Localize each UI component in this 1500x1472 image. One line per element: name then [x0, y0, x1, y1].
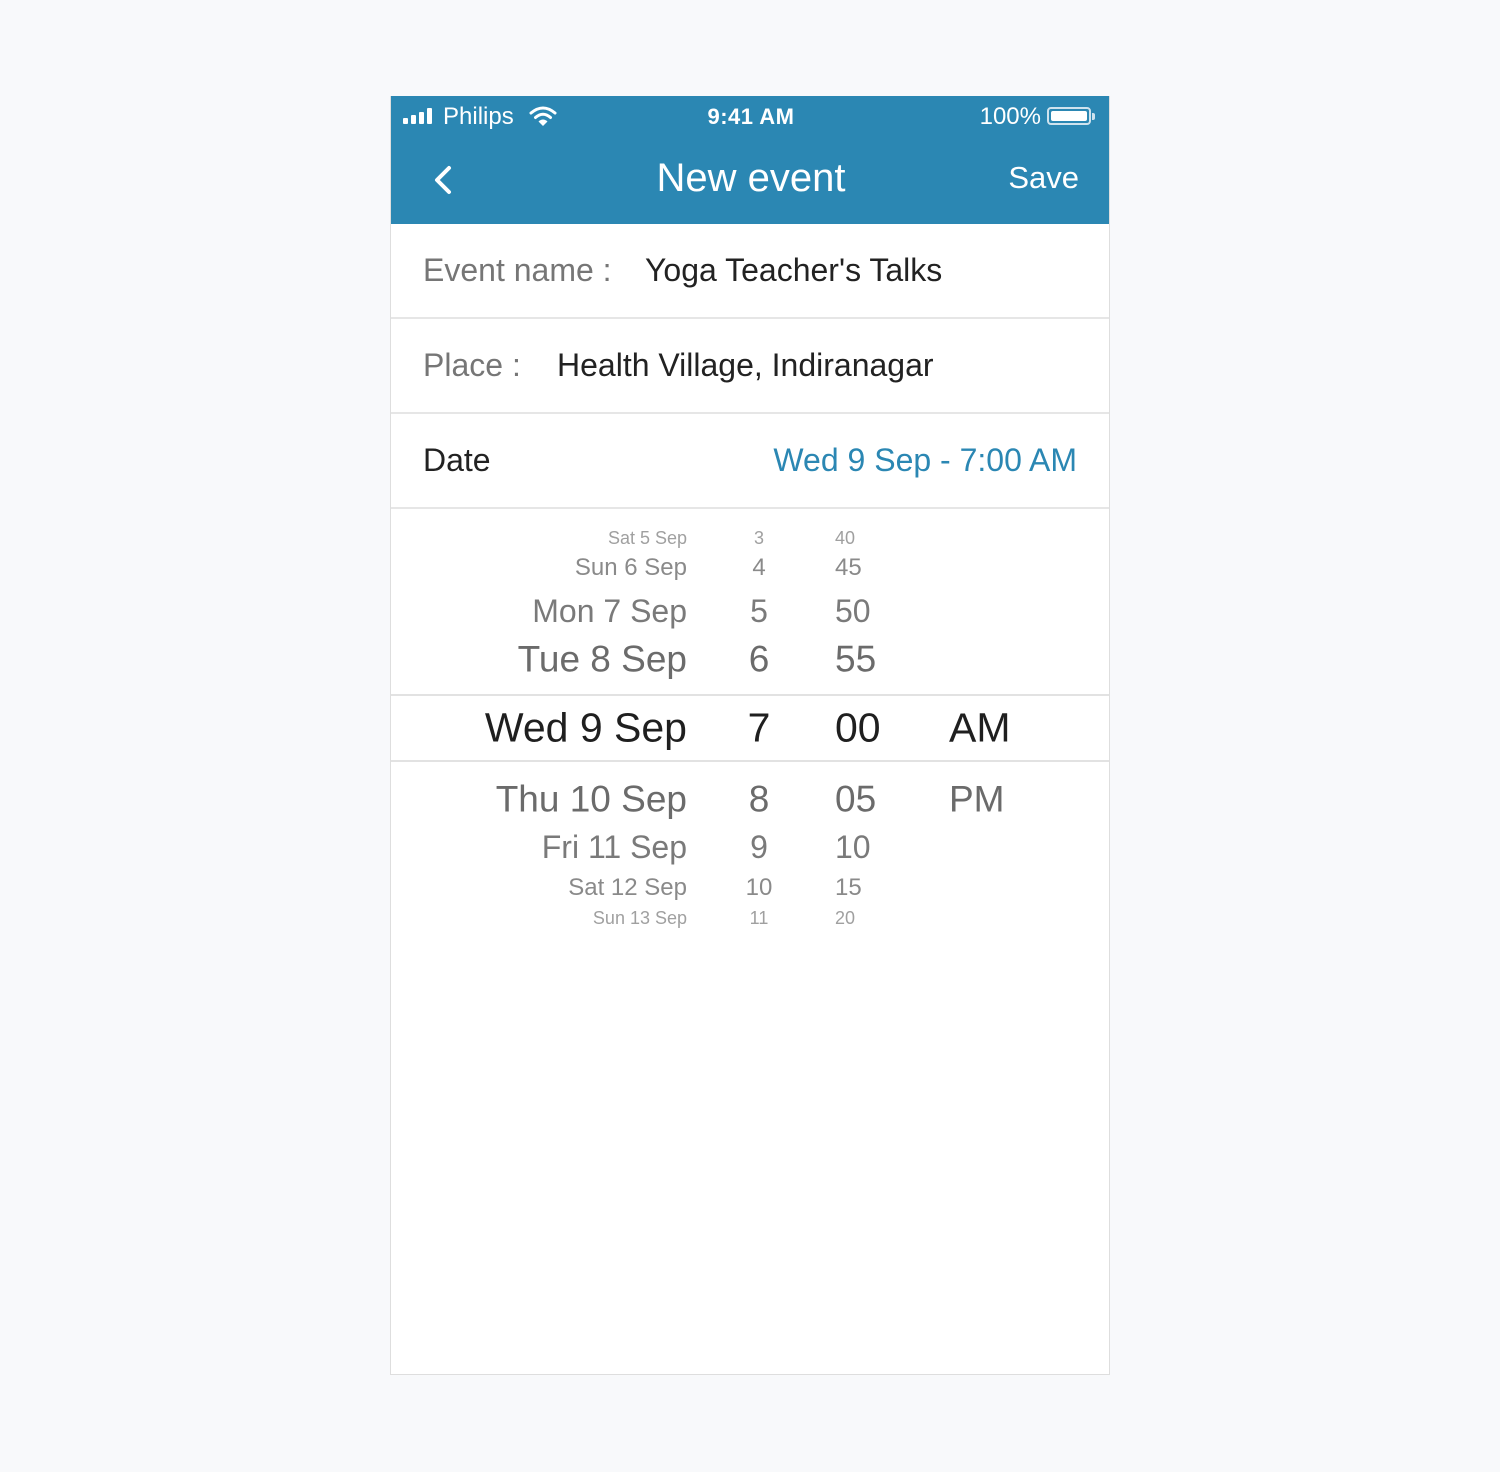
date-option[interactable]: Mon 7 Sep — [532, 595, 687, 627]
hour-option[interactable]: 5 — [719, 595, 799, 627]
date-row[interactable]: Date Wed 9 Sep - 7:00 AM — [391, 414, 1109, 509]
app-header: Philips 9:41 AM 100% New event Save — [391, 96, 1109, 224]
place-label: Place : — [423, 347, 521, 383]
date-label: Date — [423, 442, 491, 478]
minute-option[interactable]: 45 — [835, 556, 862, 580]
hour-option[interactable]: 3 — [719, 529, 799, 547]
hour-option[interactable]: 10 — [719, 876, 799, 900]
date-option[interactable]: Tue 8 Sep — [518, 641, 687, 678]
hour-option[interactable]: 11 — [719, 909, 799, 927]
date-option[interactable]: Thu 10 Sep — [496, 781, 687, 818]
date-option[interactable]: Fri 11 Sep — [542, 831, 687, 863]
minute-option[interactable]: 20 — [835, 909, 855, 927]
minute-option[interactable]: 05 — [835, 781, 876, 818]
status-bar: Philips 9:41 AM 100% — [391, 96, 1109, 138]
hour-option-selected[interactable]: 7 — [719, 707, 799, 749]
minute-option[interactable]: 40 — [835, 529, 855, 547]
date-option-selected[interactable]: Wed 9 Sep — [485, 707, 687, 749]
hour-option[interactable]: 9 — [719, 831, 799, 863]
place-row[interactable]: Place : Health Village, Indiranagar — [391, 319, 1109, 414]
page-title: New event — [656, 156, 846, 200]
battery-icon — [1047, 107, 1095, 125]
ampm-option[interactable]: PM — [949, 781, 1005, 818]
date-value[interactable]: Wed 9 Sep - 7:00 AM — [773, 440, 1077, 480]
date-option[interactable]: Sat 12 Sep — [568, 876, 687, 900]
ampm-option-selected[interactable]: AM — [949, 707, 1011, 749]
hour-option[interactable]: 4 — [719, 556, 799, 580]
minute-option[interactable]: 50 — [835, 595, 871, 627]
hour-option[interactable]: 6 — [719, 641, 799, 678]
minute-option[interactable]: 15 — [835, 876, 862, 900]
hour-option[interactable]: 8 — [719, 781, 799, 818]
phone-screen: Philips 9:41 AM 100% New event Save Even… — [390, 96, 1110, 1375]
battery-percentage: 100% — [979, 103, 1041, 130]
date-option[interactable]: Sat 5 Sep — [608, 529, 687, 547]
event-name-field[interactable]: Yoga Teacher's Talks — [645, 250, 942, 290]
save-button[interactable]: Save — [1008, 158, 1079, 198]
place-field[interactable]: Health Village, Indiranagar — [557, 345, 934, 385]
date-time-picker[interactable]: Sat 5 Sep Sun 6 Sep Mon 7 Sep Tue 8 Sep Wed … — [391, 512, 1109, 952]
event-name-row[interactable]: Event name : Yoga Teacher's Talks — [391, 224, 1109, 319]
minute-option[interactable]: 10 — [835, 831, 871, 863]
date-option[interactable]: Sun 6 Sep — [575, 556, 687, 580]
event-name-label: Event name : — [423, 252, 612, 288]
minute-option[interactable]: 55 — [835, 641, 876, 678]
date-option[interactable]: Sun 13 Sep — [593, 909, 687, 927]
minute-option-selected[interactable]: 00 — [835, 707, 881, 749]
